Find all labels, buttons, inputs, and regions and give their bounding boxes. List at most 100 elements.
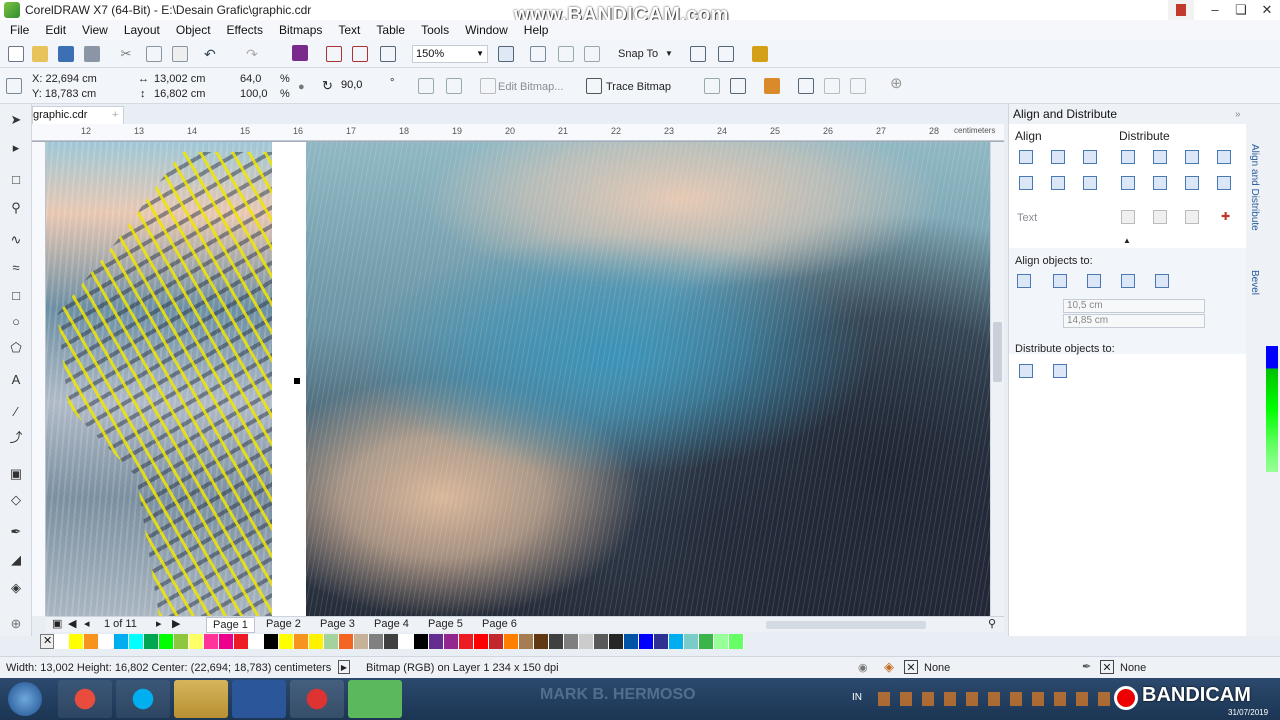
color-swatch[interactable] (369, 634, 384, 649)
docker-expand-icon[interactable]: » (1235, 108, 1241, 122)
align-center-vertical-icon[interactable] (1051, 176, 1065, 190)
cut-icon[interactable]: ✂ (118, 46, 134, 62)
page-tab-1[interactable]: Page 1 (206, 617, 255, 633)
connector-tool-icon[interactable]: ⤴ (8, 430, 24, 446)
restore-button[interactable]: ❏ (1228, 0, 1254, 20)
align-to-page-center-icon[interactable] (1087, 274, 1101, 288)
align-to-grid-icon[interactable] (1121, 274, 1135, 288)
open-folder-icon[interactable] (32, 46, 48, 62)
crop-tool-icon[interactable]: □ (8, 172, 24, 188)
scale-height-field[interactable]: 100,0 (240, 87, 268, 101)
transparency-tool-icon[interactable]: ◇ (8, 492, 24, 508)
color-swatch[interactable] (84, 634, 99, 649)
paste-icon[interactable] (172, 46, 188, 62)
align-right-icon[interactable] (1083, 150, 1097, 164)
coreldraw-taskbar-icon[interactable] (348, 680, 402, 718)
color-swatch[interactable] (504, 634, 519, 649)
color-swatch[interactable] (414, 634, 429, 649)
color-swatch[interactable] (159, 634, 174, 649)
horizontal-scrollbar[interactable] (766, 621, 926, 629)
horizontal-ruler[interactable]: 12 13 14 15 16 17 18 19 20 21 22 23 24 2… (32, 124, 1004, 142)
color-swatch[interactable] (249, 634, 264, 649)
align-point-x-field[interactable]: 10,5 cm (1063, 299, 1205, 313)
distribute-top-icon[interactable] (1121, 176, 1135, 190)
docker-tab-bevel[interactable]: Bevel (1249, 270, 1260, 295)
import-icon[interactable] (326, 46, 342, 62)
color-swatch[interactable] (234, 634, 249, 649)
align-point-y-field[interactable]: 14,85 cm (1063, 314, 1205, 328)
edit-bitmap-button[interactable]: Edit Bitmap... (498, 80, 563, 94)
wrap-text-icon[interactable] (798, 78, 814, 94)
color-swatch[interactable] (204, 634, 219, 649)
prev-page-icon[interactable]: ◂ (78, 617, 96, 633)
show-grid-icon[interactable] (558, 46, 574, 62)
publish-pdf-icon[interactable] (380, 46, 396, 62)
welcome-screen-icon[interactable] (752, 46, 768, 62)
add-icon[interactable]: ⊕ (890, 76, 903, 91)
menu-bitmaps[interactable]: Bitmaps (279, 23, 322, 37)
copy-icon[interactable] (146, 46, 162, 62)
bandicam-taskbar-icon[interactable] (290, 680, 344, 718)
color-swatch[interactable] (579, 634, 594, 649)
text-tool-icon[interactable]: A (8, 372, 24, 388)
page-tab-2[interactable]: Page 2 (260, 617, 307, 633)
file-explorer-taskbar-icon[interactable] (174, 680, 228, 718)
menu-file[interactable]: File (10, 23, 29, 37)
color-swatch[interactable] (339, 634, 354, 649)
position-y-field[interactable]: Y: 18,783 cm (32, 87, 96, 101)
color-swatch[interactable] (189, 634, 204, 649)
docker-tab-align-distribute[interactable]: Align and Distribute (1249, 144, 1260, 231)
system-tray-icons[interactable] (878, 692, 1114, 706)
color-swatch[interactable] (309, 634, 324, 649)
distribute-middle-icon[interactable] (1153, 176, 1167, 190)
color-swatch[interactable] (729, 634, 744, 649)
align-to-page-edge-icon[interactable] (1053, 274, 1067, 288)
color-swatch[interactable] (594, 634, 609, 649)
color-swatch[interactable] (69, 634, 84, 649)
menu-table[interactable]: Table (376, 23, 405, 37)
menu-object[interactable]: Object (176, 23, 211, 37)
language-indicator[interactable]: IN (852, 692, 862, 703)
color-swatch[interactable] (99, 634, 114, 649)
distribute-to-page-icon[interactable] (1053, 364, 1067, 378)
bitmap-main[interactable] (306, 142, 990, 616)
docker-pin-icon[interactable]: ✚ (1221, 210, 1230, 224)
new-document-icon[interactable] (8, 46, 24, 62)
page-tab-3[interactable]: Page 3 (314, 617, 361, 633)
zoom-level-select[interactable]: 150% ▼ (412, 45, 488, 63)
color-swatch[interactable] (279, 634, 294, 649)
color-swatch[interactable] (534, 634, 549, 649)
distribute-bottom-icon[interactable] (1185, 176, 1199, 190)
trace-bitmap-button[interactable]: Trace Bitmap (606, 80, 671, 94)
next-page-icon[interactable]: ▸ (150, 617, 168, 633)
last-page-icon[interactable]: ▶ (166, 617, 186, 633)
interactive-fill-icon[interactable]: ◢ (8, 552, 24, 568)
word-taskbar-icon[interactable] (232, 680, 286, 718)
show-rulers-icon[interactable] (530, 46, 546, 62)
color-swatch[interactable] (399, 634, 414, 649)
color-swatch[interactable] (519, 634, 534, 649)
shape-tool-icon[interactable]: ▸ (8, 140, 24, 156)
menu-effects[interactable]: Effects (227, 23, 263, 37)
menu-window[interactable]: Window (465, 23, 508, 37)
drop-shadow-icon[interactable]: ▣ (8, 466, 24, 482)
vertical-scrollbar[interactable] (990, 142, 1004, 616)
page-tab-6[interactable]: Page 6 (476, 617, 523, 633)
crop-bitmap-icon[interactable] (730, 78, 746, 94)
rotation-angle-field[interactable]: 90,0 (338, 77, 384, 95)
to-back-icon[interactable] (850, 78, 866, 94)
artistic-media-icon[interactable]: ≈ (8, 260, 24, 276)
distribute-spacing-vertical-icon[interactable] (1217, 176, 1231, 190)
export-icon[interactable] (352, 46, 368, 62)
page-tab-4[interactable]: Page 4 (368, 617, 415, 633)
position-x-field[interactable]: X: 22,694 cm (32, 72, 97, 86)
vertical-ruler[interactable] (32, 142, 46, 616)
distribute-spacing-horizontal-icon[interactable] (1217, 150, 1231, 164)
parallel-dimension-icon[interactable]: ∕ (8, 404, 24, 420)
distribute-center-icon[interactable] (1153, 150, 1167, 164)
profile-icon[interactable] (1168, 0, 1194, 20)
pick-tool-icon[interactable]: ➤ (8, 112, 24, 128)
color-eyedropper-icon[interactable]: ✒ (8, 524, 24, 540)
collapse-arrow-icon[interactable]: ▲ (1123, 234, 1131, 248)
zoom-view-icon[interactable]: ⚲ (982, 617, 1002, 633)
